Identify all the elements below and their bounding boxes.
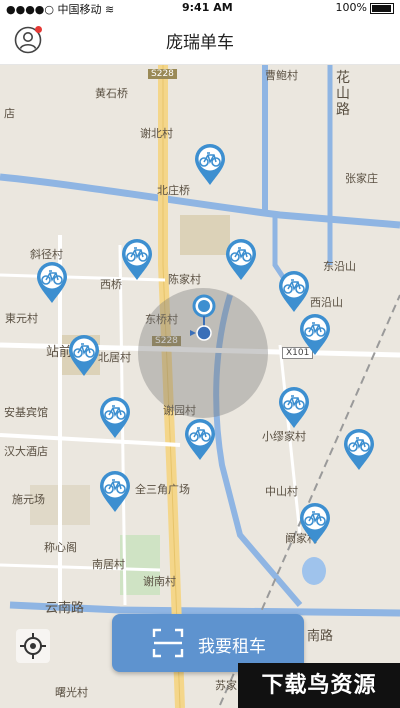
bike-marker[interactable]: [98, 395, 132, 439]
place-label: 苏家: [215, 679, 237, 692]
bicycle-icon: [195, 144, 225, 185]
bike-marker[interactable]: [277, 385, 311, 429]
bicycle-icon: [279, 387, 309, 428]
place-label: 曙光村: [55, 686, 88, 699]
status-time: 9:41 AM: [182, 1, 233, 14]
place-label: 南路: [307, 629, 334, 644]
carrier-label: ●●●●○ 中国移动 ≋: [6, 3, 115, 16]
signal-icon: ●●●●○: [6, 3, 54, 16]
bike-marker[interactable]: [224, 237, 258, 281]
battery-indicator: 100%: [336, 1, 394, 14]
bicycle-icon: [300, 314, 330, 355]
place-label: 称心阁: [44, 541, 77, 554]
wifi-icon: ≋: [105, 3, 115, 16]
place-label: 北庄桥: [157, 184, 190, 197]
place-label: 汉大酒店: [4, 445, 48, 458]
place-label: 南居村: [92, 558, 125, 571]
bicycle-icon: [185, 419, 215, 460]
place-label: 西沿山: [310, 296, 343, 309]
place-label: 黄石桥: [95, 87, 128, 100]
place-label: 全三角广场: [135, 483, 190, 496]
bicycle-icon: [344, 429, 374, 470]
place-label: 谢南村: [143, 575, 176, 588]
navigation-bar: 庞瑞单车: [0, 16, 400, 65]
place-label: 路: [336, 102, 350, 118]
locate-button[interactable]: [16, 629, 50, 663]
bike-marker[interactable]: [298, 501, 332, 545]
map-view[interactable]: 黄石桥 曹鲍村 花 山 路 谢北村 张家庄 北庄桥 斜径村 东沿山 西桥 陈家村…: [0, 65, 400, 708]
rent-bike-label: 我要租车: [198, 637, 266, 657]
place-label: 谢北村: [140, 127, 173, 140]
user-location-icon: [190, 294, 216, 341]
bike-marker[interactable]: [67, 333, 101, 377]
bicycle-icon: [69, 335, 99, 376]
place-label: 东沿山: [323, 260, 356, 273]
place-label: 陈家村: [168, 273, 201, 286]
page-title: 庞瑞单车: [166, 33, 234, 53]
watermark: 下载鸟资源: [238, 663, 400, 708]
place-label: 西桥: [100, 278, 122, 291]
bicycle-icon: [100, 397, 130, 438]
bike-marker[interactable]: [183, 417, 217, 461]
status-bar: ●●●●○ 中国移动 ≋ 9:41 AM 100%: [0, 0, 400, 16]
bike-marker[interactable]: [193, 142, 227, 186]
bike-marker[interactable]: [35, 260, 69, 304]
place-label: 张家庄: [345, 172, 378, 185]
bicycle-icon: [122, 239, 152, 280]
place-label: 中山村: [265, 485, 298, 498]
bike-marker[interactable]: [98, 469, 132, 513]
bicycle-icon: [100, 471, 130, 512]
bike-marker[interactable]: [120, 237, 154, 281]
place-label: 施元场: [12, 493, 45, 506]
place-label: 東元村: [5, 312, 38, 325]
scan-icon: [152, 628, 184, 658]
bicycle-icon: [279, 271, 309, 312]
crosshair-icon: [20, 633, 46, 659]
place-label: 云南路: [45, 601, 85, 616]
place-label: 北居村: [98, 351, 131, 364]
bicycle-icon: [37, 262, 67, 303]
bicycle-icon: [300, 503, 330, 544]
bike-marker[interactable]: [298, 312, 332, 356]
place-label: 曹鲍村: [265, 69, 298, 82]
place-label: 店: [4, 107, 15, 120]
place-label: 小缪家村: [262, 430, 306, 443]
battery-icon: [370, 2, 394, 14]
bike-marker[interactable]: [342, 427, 376, 471]
bicycle-icon: [226, 239, 256, 280]
place-label: 安基宾馆: [4, 406, 48, 419]
bike-marker[interactable]: [277, 269, 311, 313]
road-shield: S228: [148, 69, 177, 79]
